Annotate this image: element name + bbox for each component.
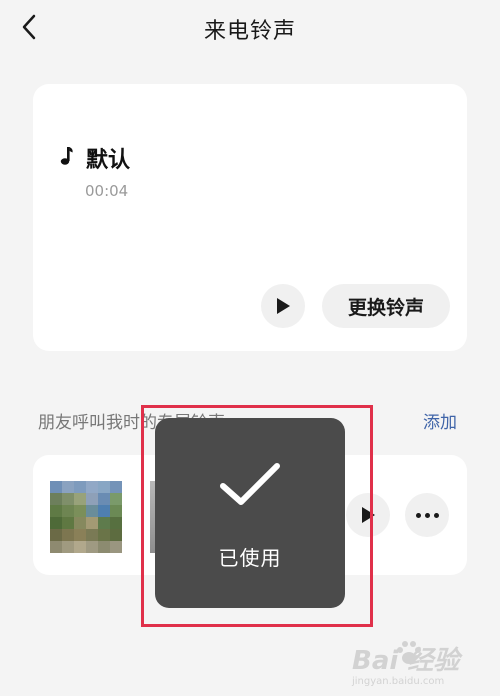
paw-icon bbox=[397, 641, 421, 664]
toast-text: 已使用 bbox=[218, 546, 282, 570]
watermark-url: jingyan.baidu.com bbox=[352, 676, 445, 687]
header: 来电铃声 bbox=[0, 0, 500, 60]
friend-play-button[interactable] bbox=[346, 493, 390, 537]
ringtone-name: 默认 bbox=[86, 148, 131, 173]
ringtone-duration: 00:04 bbox=[85, 182, 129, 200]
more-button[interactable] bbox=[405, 493, 449, 537]
page-title: 来电铃声 bbox=[203, 19, 296, 44]
avatar bbox=[50, 481, 122, 553]
more-icon bbox=[415, 512, 439, 518]
change-ringtone-button[interactable]: 更换铃声 bbox=[322, 284, 450, 328]
add-button[interactable]: 添加 bbox=[423, 408, 457, 433]
check-icon bbox=[220, 463, 280, 505]
current-ringtone-card: 默认 00:04 更换铃声 bbox=[33, 84, 467, 351]
play-icon bbox=[277, 298, 290, 314]
play-button[interactable] bbox=[261, 284, 305, 328]
applied-toast: 已使用 bbox=[155, 418, 345, 608]
ringtone-screen: 来电铃声 默认 00:04 更换铃声 朋友呼叫我时的专属铃声 添加 已使用 Ba… bbox=[0, 0, 500, 696]
watermark: Bai 经验 jingyan.baidu.com bbox=[352, 636, 492, 692]
music-note-icon bbox=[60, 147, 73, 165]
play-icon bbox=[362, 507, 375, 523]
